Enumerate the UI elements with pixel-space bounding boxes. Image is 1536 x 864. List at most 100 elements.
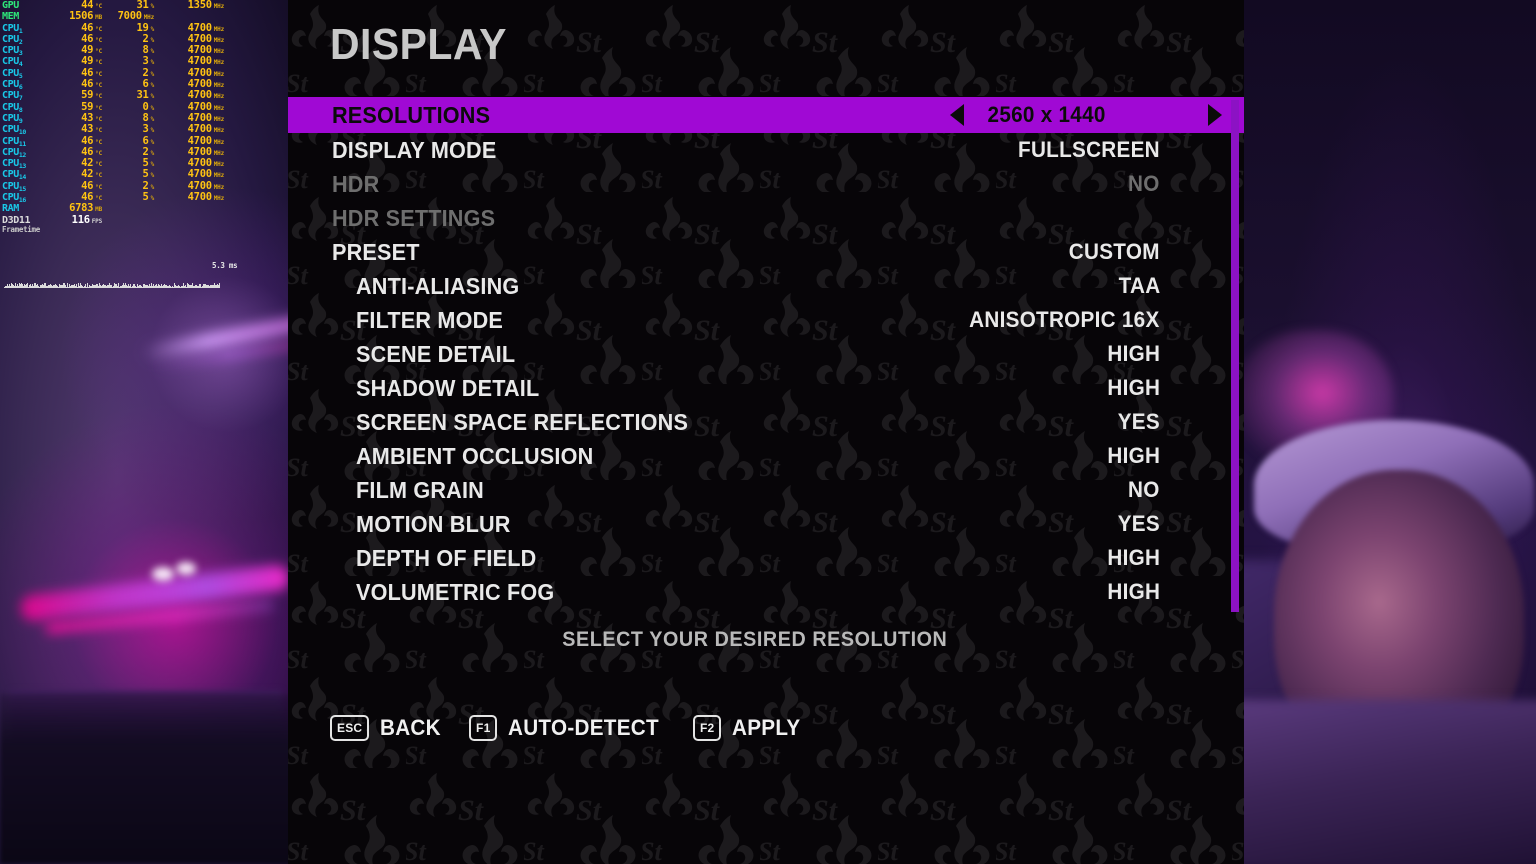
sensor-value: 2% (142, 66, 155, 79)
setting-label: FILTER MODE (356, 306, 503, 333)
sensor-unit: FPS (91, 217, 102, 225)
setting-value[interactable]: FULLSCREEN (1018, 137, 1160, 163)
key-prompt-auto-detect[interactable]: F1 AUTO-DETECT (469, 715, 669, 741)
setting-value[interactable]: CUSTOM (1069, 239, 1160, 265)
sensor-label: CPU7 (2, 90, 23, 103)
sensor-unit: MHz (213, 172, 224, 180)
setting-label: SCREEN SPACE REFLECTIONS (356, 408, 689, 435)
sensor-value: 46 °C (81, 145, 102, 158)
sensor-unit: °C (95, 138, 102, 146)
setting-label: AMBIENT OCCLUSION (356, 442, 594, 469)
setting-row-anti-aliasing[interactable]: ANTI-ALIASING TAA (288, 269, 1244, 303)
setting-row-film-grain[interactable]: FILM GRAIN NO (288, 473, 1244, 507)
keycap-f2[interactable]: F2 (693, 715, 722, 741)
sensor-value: 4700 MHz (187, 55, 225, 68)
setting-row-motion-blur[interactable]: MOTION BLUR YES (288, 507, 1244, 541)
sensor-value: 6783 MB (69, 202, 102, 215)
key-prompt-label: BACK (380, 715, 442, 740)
setting-value[interactable]: HIGH (1107, 545, 1160, 571)
setting-value[interactable]: HIGH (1107, 443, 1160, 469)
frametime-graph (4, 278, 266, 289)
setting-value[interactable]: 2560 x 1440 (988, 102, 1106, 128)
hardware-monitor-row: MEM 1506 MB 7000 MHz (0, 11, 292, 22)
sensor-value: 49 °C (81, 55, 102, 68)
sensor-label: CPU16 (2, 192, 26, 205)
hint-text: SELECT YOUR DESIRED RESOLUTION (288, 628, 1222, 652)
sensor-unit: °C (95, 172, 102, 180)
foreground-dashboard (10, 690, 282, 850)
setting-row-screen-space-reflections[interactable]: SCREEN SPACE REFLECTIONS YES (288, 405, 1244, 439)
sensor-value: 46 °C (81, 78, 102, 91)
setting-row-scene-detail[interactable]: SCENE DETAIL HIGH (288, 337, 1244, 371)
frametime-label: Frametime (2, 224, 40, 234)
sensor-value: 4700 MHz (187, 134, 225, 147)
sensor-label: CPU11 (2, 135, 26, 148)
setting-value[interactable]: YES (1118, 409, 1160, 435)
sensor-unit: MHz (213, 195, 224, 203)
hardware-monitor-rows: GPU 44 °C 31% 1350 MHz MEM 1506 MB 7000 MHz CPU1 46 °… (0, 0, 292, 226)
sensor-unit: °C (95, 149, 102, 157)
sensor-value: 4700 MHz (187, 21, 225, 34)
setting-value[interactable]: YES (1118, 511, 1160, 537)
sensor-value: 5% (142, 191, 155, 204)
sensor-value: 6% (142, 78, 155, 91)
sensor-value: 43 °C (81, 111, 102, 124)
keycap-esc[interactable]: ESC (330, 715, 370, 741)
setting-row-ambient-occlusion[interactable]: AMBIENT OCCLUSION HIGH (288, 439, 1244, 473)
frametime-value: 5.3 ms (212, 261, 238, 270)
sensor-value: 8% (142, 111, 155, 124)
scrollbar-thumb[interactable] (1231, 100, 1239, 612)
setting-row-depth-of-field[interactable]: DEPTH OF FIELD HIGH (288, 541, 1244, 575)
key-prompt-back[interactable]: ESC BACK (330, 715, 445, 741)
setting-value[interactable]: HIGH (1107, 375, 1160, 401)
sensor-value: 42 °C (81, 168, 102, 181)
setting-label: SCENE DETAIL (356, 340, 516, 367)
sensor-label: GPU (2, 0, 19, 11)
game-screen: GPU 44 °C 31% 1350 MHz MEM 1506 MB 7000 MHz CPU1 46 °… (0, 0, 1536, 864)
sensor-value: 19% (136, 21, 155, 34)
sensor-value: 1350 MHz (187, 0, 225, 11)
setting-row-shadow-detail[interactable]: SHADOW DETAIL HIGH (288, 371, 1244, 405)
setting-value[interactable]: HIGH (1107, 579, 1160, 605)
sensor-value: 59 °C (81, 89, 102, 102)
sensor-unit: °C (95, 104, 102, 112)
sensor-unit: MB (95, 206, 102, 214)
settings-scrollbar[interactable] (1231, 100, 1239, 612)
setting-value[interactable]: TAA (1118, 273, 1160, 299)
setting-value[interactable]: ANISOTROPIC 16X (970, 307, 1160, 333)
setting-row-hdr-settings: HDR SETTINGS (288, 201, 1244, 235)
hardware-monitor-overlay: GPU 44 °C 31% 1350 MHz MEM 1506 MB 7000 MHz CPU1 46 °… (0, 0, 292, 300)
setting-row-filter-mode[interactable]: FILTER MODE ANISOTROPIC 16X (288, 303, 1244, 337)
sensor-label: MEM (2, 11, 19, 23)
sensor-value: 4700 MHz (187, 145, 225, 158)
sensor-value: 4700 MHz (187, 111, 225, 124)
keycap-f1[interactable]: F1 (469, 715, 498, 741)
key-prompt-apply[interactable]: F2 APPLY (693, 715, 805, 741)
setting-label: DISPLAY MODE (332, 136, 497, 163)
sensor-unit: MHz (213, 59, 224, 67)
sensor-unit: MHz (143, 14, 154, 22)
sensor-unit: MHz (213, 104, 224, 112)
setting-label: DEPTH OF FIELD (356, 544, 537, 571)
sensor-value: 8% (142, 44, 155, 57)
setting-row-resolutions[interactable]: RESOLUTIONS 2560 x 1440 (288, 97, 1244, 133)
arrow-right-icon[interactable] (1208, 104, 1222, 126)
setting-value[interactable]: NO (1128, 477, 1160, 503)
setting-row-volumetric-fog[interactable]: VOLUMETRIC FOG HIGH (288, 575, 1244, 609)
sensor-value: 4700 MHz (187, 123, 225, 136)
sensor-unit: °C (95, 59, 102, 67)
setting-row-preset[interactable]: PRESET CUSTOM (288, 235, 1244, 269)
sensor-unit: °C (95, 93, 102, 101)
setting-value[interactable]: HIGH (1107, 341, 1160, 367)
sensor-value: 4700 MHz (187, 157, 225, 170)
sensor-value: 6% (142, 134, 155, 147)
sensor-label: CPU8 (2, 101, 23, 114)
sensor-unit: °C (95, 195, 102, 203)
sensor-value: 4700 MHz (187, 78, 225, 91)
sensor-value: 4700 MHz (187, 32, 225, 45)
arrow-left-icon[interactable] (950, 104, 964, 126)
sensor-label: CPU4 (2, 56, 23, 69)
sensor-label: CPU3 (2, 45, 23, 58)
setting-row-display-mode[interactable]: DISPLAY MODE FULLSCREEN (288, 133, 1244, 167)
character-shoulder (1224, 700, 1536, 864)
